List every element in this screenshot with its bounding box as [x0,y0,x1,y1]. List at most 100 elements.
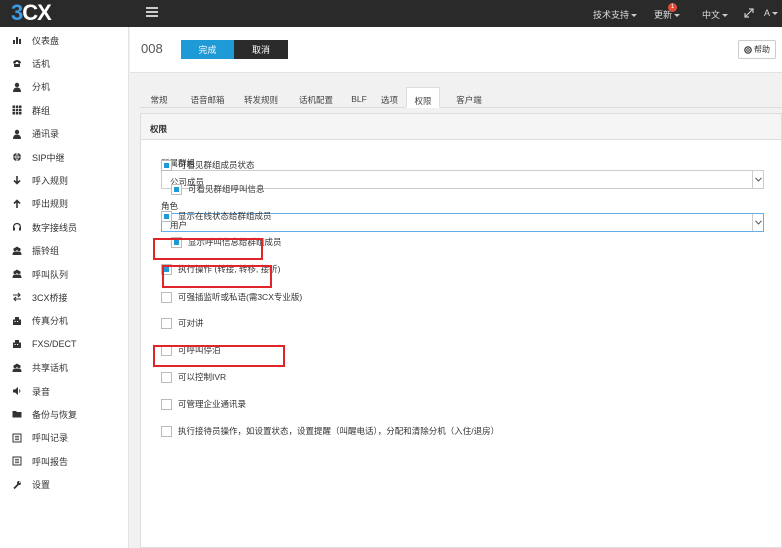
lifebuoy-icon [744,45,752,54]
checkbox[interactable] [161,317,172,329]
permission-label: 执行接待员操作，如设置状态，设置提醒（叫醒电话），分配和清除分机（入住/退房） [178,426,500,436]
panel-title: 权限 [150,124,168,134]
updates-badge: 1 [668,3,677,12]
sidebar-item[interactable]: 备份与恢复 [0,404,129,424]
sidebar-item[interactable]: 呼叫记录 [0,428,129,448]
top-bar: 3 CX 技术支持 更新 1 中文 A [0,0,782,27]
user-icon [13,82,21,92]
grid-icon [12,105,22,115]
done-button[interactable]: 完成 [181,40,234,59]
sidebar-item-label: 群组 [32,105,51,116]
user-label: A [764,8,771,18]
sidebar-item[interactable]: 数字接线员 [0,217,129,237]
sidebar-item[interactable]: 分机 [0,77,129,97]
sidebar-item-label: 呼叫队列 [32,269,69,280]
chevron-down-icon [752,171,763,188]
checkbox[interactable] [161,371,172,383]
tab[interactable]: 转发规则 [236,87,286,108]
sidebar-item[interactable]: 呼入规则 [0,170,129,190]
permission-row[interactable]: 可强插监听或私语(需3CX专业版) [161,290,302,304]
sidebar-item[interactable]: 传真分机 [0,311,129,331]
sidebar-item[interactable]: 共享话机 [0,358,129,378]
checkbox[interactable] [161,210,172,222]
tab-bar: 常规 语音邮箱 转发规则 话机配置 BLF 选项 权限 客户端 [140,87,782,108]
sidebar-item-label: 3CX桥接 [32,292,68,303]
sidebar-item-label: 数字接线员 [32,222,78,233]
sidebar-item[interactable]: 群组 [0,100,129,120]
permission-label: 可看见群组呼叫信息 [188,184,265,194]
sidebar-item[interactable]: 话机 [0,53,129,73]
tab[interactable]: 话机配置 [290,87,342,108]
permission-row[interactable]: 可看见群组呼叫信息 [171,182,265,196]
tab[interactable]: 常规 [140,87,178,108]
tab[interactable]: 权限 [406,87,440,108]
checkbox[interactable] [161,398,172,410]
group-icon [12,246,22,255]
bar-chart-icon [13,37,21,44]
sidebar-item[interactable]: 3CX桥接 [0,287,129,307]
cancel-button[interactable]: 取消 [234,40,288,59]
sidebar-item[interactable]: 通讯录 [0,124,129,144]
logo-cx: CX [22,0,52,25]
checkbox[interactable] [161,159,172,171]
sidebar-item[interactable]: 仪表盘 [0,30,129,50]
panel-header: 权限 [141,114,781,140]
sidebar-item[interactable]: 设置 [0,475,129,495]
logo[interactable]: 3 CX [11,0,52,25]
permission-row[interactable]: 执行接待员操作，如设置状态，设置提醒（叫醒电话），分配和清除分机（入住/退房） [161,424,499,438]
tab[interactable]: 客户端 [449,87,489,108]
sidebar-item[interactable]: SIP中继 [0,147,129,167]
arrow-down-icon [13,176,21,186]
highlight-box [153,345,285,367]
sidebar-item[interactable]: 呼叫报告 [0,451,129,471]
updates-label: 更新 [654,10,673,20]
list-icon [12,456,22,466]
permission-row[interactable]: 可对讲 [161,316,204,330]
hamburger-menu-icon[interactable] [146,7,158,19]
permission-label: 可对讲 [178,318,204,328]
user-menu[interactable]: A [764,8,779,18]
wrench-icon [13,480,21,489]
sidebar-item[interactable]: 呼出规则 [0,194,129,214]
sidebar-item[interactable]: 振铃组 [0,241,129,261]
sidebar: 仪表盘话机分机群组通讯录 SIP中继呼入规则呼出规则数字接线员振铃组呼叫队列 3CX… [0,27,129,548]
support-menu[interactable]: 技术支持 [593,8,638,21]
permission-row[interactable]: 可以控制IVR [161,370,226,384]
permission-row[interactable]: 可管理企业通讯录 [161,397,246,411]
tab[interactable]: 语音邮箱 [185,87,230,108]
language-label: 中文 [702,10,721,20]
checkbox[interactable] [161,425,172,437]
sidebar-item-label: 呼叫记录 [32,433,69,444]
sidebar-item[interactable]: 呼叫队列 [0,264,129,284]
permission-label: 可强插监听或私语(需3CX专业版) [178,292,303,302]
caret-down-icon [772,12,779,16]
help-label: 帮助 [754,45,770,54]
fullscreen-icon[interactable] [744,8,754,18]
sidebar-item-label: 呼叫报告 [32,456,69,467]
sidebar-item[interactable]: FXS/DECT [0,334,129,354]
caret-down-icon [631,14,638,18]
sidebar-item-label: 录音 [32,386,51,397]
checkbox[interactable] [171,183,182,195]
permission-label: 显示在线状态给群组成员 [178,211,272,221]
sidebar-item-label: 振铃组 [32,246,60,257]
checkbox[interactable] [161,291,172,303]
permission-label: 可管理企业通讯录 [178,399,247,409]
speaker-icon [13,387,21,395]
tab[interactable]: 选项 [376,87,403,108]
sidebar-item-label: 呼入规则 [32,175,69,186]
caret-down-icon [674,14,681,18]
permission-label: 可看见群组成员状态 [178,160,255,170]
user-icon [13,129,21,139]
language-menu[interactable]: 中文 [702,8,729,21]
permission-label: 可以控制IVR [178,372,227,382]
sidebar-item[interactable]: 录音 [0,381,129,401]
permission-row[interactable]: 显示在线状态给群组成员 [161,209,272,223]
sidebar-item-label: 话机 [32,58,51,69]
folder-icon [12,411,22,418]
tab[interactable]: BLF [346,87,372,108]
globe-icon [13,152,21,162]
permission-row[interactable]: 可看见群组成员状态 [161,158,255,172]
highlight-box [153,238,263,260]
help-button[interactable]: 帮助 [738,40,776,59]
